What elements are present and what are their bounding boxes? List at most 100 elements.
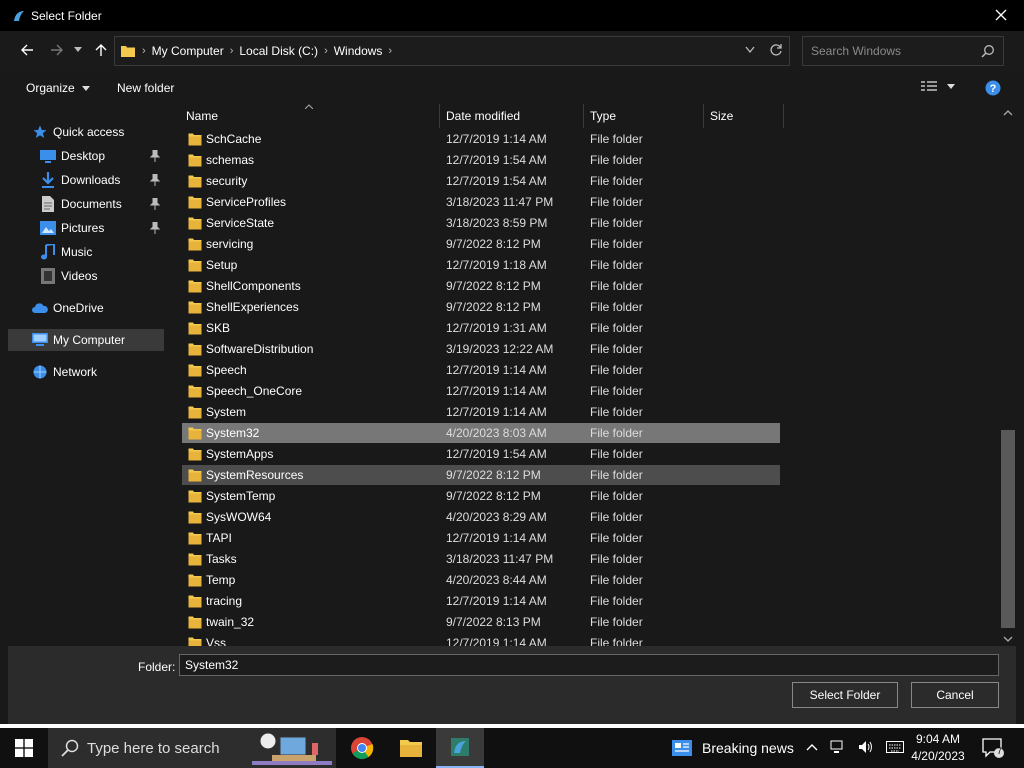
organize-button[interactable]: Organize xyxy=(26,81,90,95)
select-folder-button[interactable]: Select Folder xyxy=(792,682,898,708)
column-header-date[interactable]: Date modified xyxy=(440,104,584,128)
file-name: Speech xyxy=(206,363,247,377)
active-app-taskbar-button[interactable] xyxy=(436,728,484,768)
news-label: Breaking news xyxy=(702,740,794,756)
file-row[interactable]: Speech_OneCore 12/7/2019 1:14 AM File fold… xyxy=(182,381,780,401)
scroll-up-arrow-icon[interactable] xyxy=(1000,108,1016,118)
chrome-taskbar-button[interactable] xyxy=(338,728,386,768)
chevron-right-icon[interactable]: › xyxy=(324,45,328,57)
file-row[interactable]: ServiceState 3/18/2023 8:59 PM File folder xyxy=(182,213,780,233)
chrome-icon xyxy=(351,737,374,760)
address-bar[interactable]: › My Computer › Local Disk (C:) › Window… xyxy=(114,36,790,66)
file-row[interactable]: schemas 12/7/2019 1:54 AM File folder xyxy=(182,150,780,170)
file-row[interactable]: servicing 9/7/2022 8:12 PM File folder xyxy=(182,234,780,254)
file-row[interactable]: Speech 12/7/2019 1:14 AM File folder xyxy=(182,360,780,380)
nav-item-downloads[interactable]: Downloads xyxy=(40,169,164,191)
nav-item-videos[interactable]: Videos xyxy=(40,265,164,287)
column-header-name[interactable]: Name xyxy=(180,104,440,128)
breadcrumb-my-computer[interactable]: My Computer xyxy=(152,44,224,58)
pin-icon xyxy=(150,150,160,162)
chevron-right-icon[interactable]: › xyxy=(388,45,392,57)
start-button[interactable] xyxy=(0,728,48,768)
up-button[interactable] xyxy=(90,39,112,61)
file-row[interactable]: twain_32 9/7/2022 8:13 PM File folder xyxy=(182,612,780,632)
nav-item-network[interactable]: Network xyxy=(32,361,164,383)
file-name: security xyxy=(206,174,248,188)
scrollbar-thumb[interactable] xyxy=(1001,430,1015,628)
nav-item-desktop[interactable]: Desktop xyxy=(40,145,164,167)
taskbar-search-box[interactable]: Type here to search xyxy=(48,728,336,768)
column-header-type[interactable]: Type xyxy=(584,104,704,128)
breadcrumb-windows[interactable]: Windows xyxy=(334,44,383,58)
keyboard-icon[interactable] xyxy=(886,741,904,753)
file-list: Name Date modified Type Size SchCache 12/… xyxy=(180,104,1000,646)
nav-item-documents[interactable]: Documents xyxy=(40,193,164,215)
notification-count: 7 xyxy=(996,746,1002,756)
cancel-button[interactable]: Cancel xyxy=(911,682,999,708)
nav-item-onedrive[interactable]: OneDrive xyxy=(32,297,164,319)
folder-icon xyxy=(188,406,202,419)
file-date: 12/7/2019 1:54 AM xyxy=(446,447,547,461)
file-type: File folder xyxy=(590,447,643,461)
close-button[interactable] xyxy=(990,5,1012,25)
refresh-icon[interactable] xyxy=(769,43,783,57)
file-name: Vss xyxy=(206,636,227,646)
nav-item-pictures[interactable]: Pictures xyxy=(40,217,164,239)
network-status-icon[interactable] xyxy=(830,740,846,754)
file-row[interactable]: System32 4/20/2023 8:03 AM File folder xyxy=(182,423,780,443)
file-row[interactable]: SoftwareDistribution 3/19/2023 12:22 AM Fi… xyxy=(182,339,780,359)
file-row[interactable]: Tasks 3/18/2023 11:47 PM File folder xyxy=(182,549,780,569)
address-history-chevron-icon[interactable] xyxy=(745,46,755,54)
chevron-right-icon[interactable]: › xyxy=(230,45,234,57)
back-button[interactable] xyxy=(16,39,38,61)
help-button[interactable]: ? xyxy=(985,80,1001,99)
file-row[interactable]: SystemResources 9/7/2022 8:12 PM File fold… xyxy=(182,465,780,485)
file-row[interactable]: SystemApps 12/7/2019 1:54 AM File folder xyxy=(182,444,780,464)
file-name: ServiceState xyxy=(206,216,275,230)
file-name: SystemTemp xyxy=(206,489,276,503)
folder-name-input[interactable] xyxy=(179,654,999,676)
file-row[interactable]: SKB 12/7/2019 1:31 AM File folder xyxy=(182,318,780,338)
music-icon xyxy=(40,244,56,260)
file-row[interactable]: SystemTemp 9/7/2022 8:12 PM File folder xyxy=(182,486,780,506)
file-type: File folder xyxy=(590,174,643,188)
file-row[interactable]: Setup 12/7/2019 1:18 AM File folder xyxy=(182,255,780,275)
recent-locations-button[interactable] xyxy=(70,39,86,61)
file-row[interactable]: SysWOW64 4/20/2023 8:29 AM File folder xyxy=(182,507,780,527)
file-row[interactable]: Vss 12/7/2019 1:14 AM File folder xyxy=(182,633,780,646)
folder-icon xyxy=(121,46,135,57)
nav-item-quick-access[interactable]: Quick access xyxy=(32,121,164,143)
file-row[interactable]: System 12/7/2019 1:14 AM File folder xyxy=(182,402,780,422)
file-row[interactable]: ShellComponents 9/7/2022 8:12 PM File fold… xyxy=(182,276,780,296)
vertical-scrollbar[interactable] xyxy=(1000,104,1016,646)
chevron-up-icon[interactable] xyxy=(806,743,818,751)
file-row[interactable]: TAPI 12/7/2019 1:14 AM File folder xyxy=(182,528,780,548)
forward-button[interactable] xyxy=(46,39,68,61)
scroll-down-arrow-icon[interactable] xyxy=(1000,634,1016,644)
file-type: File folder xyxy=(590,573,643,587)
taskbar-clock[interactable]: 9:04 AM 4/20/2023 xyxy=(905,731,971,765)
file-row[interactable]: ShellExperiences 9/7/2022 8:12 PM File fol… xyxy=(182,297,780,317)
file-name: SystemApps xyxy=(206,447,274,461)
breadcrumb-local-disk[interactable]: Local Disk (C:) xyxy=(239,44,318,58)
file-name: Temp xyxy=(206,573,236,587)
column-header-size[interactable]: Size xyxy=(704,104,784,128)
file-row[interactable]: ServiceProfiles 3/18/2023 11:47 PM File fo… xyxy=(182,192,780,212)
nav-item-my-computer[interactable]: My Computer xyxy=(8,329,164,351)
pin-icon xyxy=(150,198,160,210)
file-row[interactable]: Temp 4/20/2023 8:44 AM File folder xyxy=(182,570,780,590)
file-row[interactable]: SchCache 12/7/2019 1:14 AM File folder xyxy=(182,129,780,149)
volume-icon[interactable] xyxy=(858,740,874,754)
notification-center-button[interactable]: 7 xyxy=(982,738,1004,761)
details-view-icon xyxy=(921,81,937,91)
search-box[interactable]: Search Windows xyxy=(802,36,1004,66)
nav-item-music[interactable]: Music xyxy=(40,241,164,263)
file-row[interactable]: security 12/7/2019 1:54 AM File folder xyxy=(182,171,780,191)
file-explorer-taskbar-button[interactable] xyxy=(387,728,435,768)
new-folder-button[interactable]: New folder xyxy=(117,81,174,95)
view-options-button[interactable] xyxy=(921,80,955,92)
file-type: File folder xyxy=(590,636,643,646)
news-widget[interactable]: Breaking news xyxy=(672,728,794,768)
file-type: File folder xyxy=(590,132,643,146)
file-row[interactable]: tracing 12/7/2019 1:14 AM File folder xyxy=(182,591,780,611)
